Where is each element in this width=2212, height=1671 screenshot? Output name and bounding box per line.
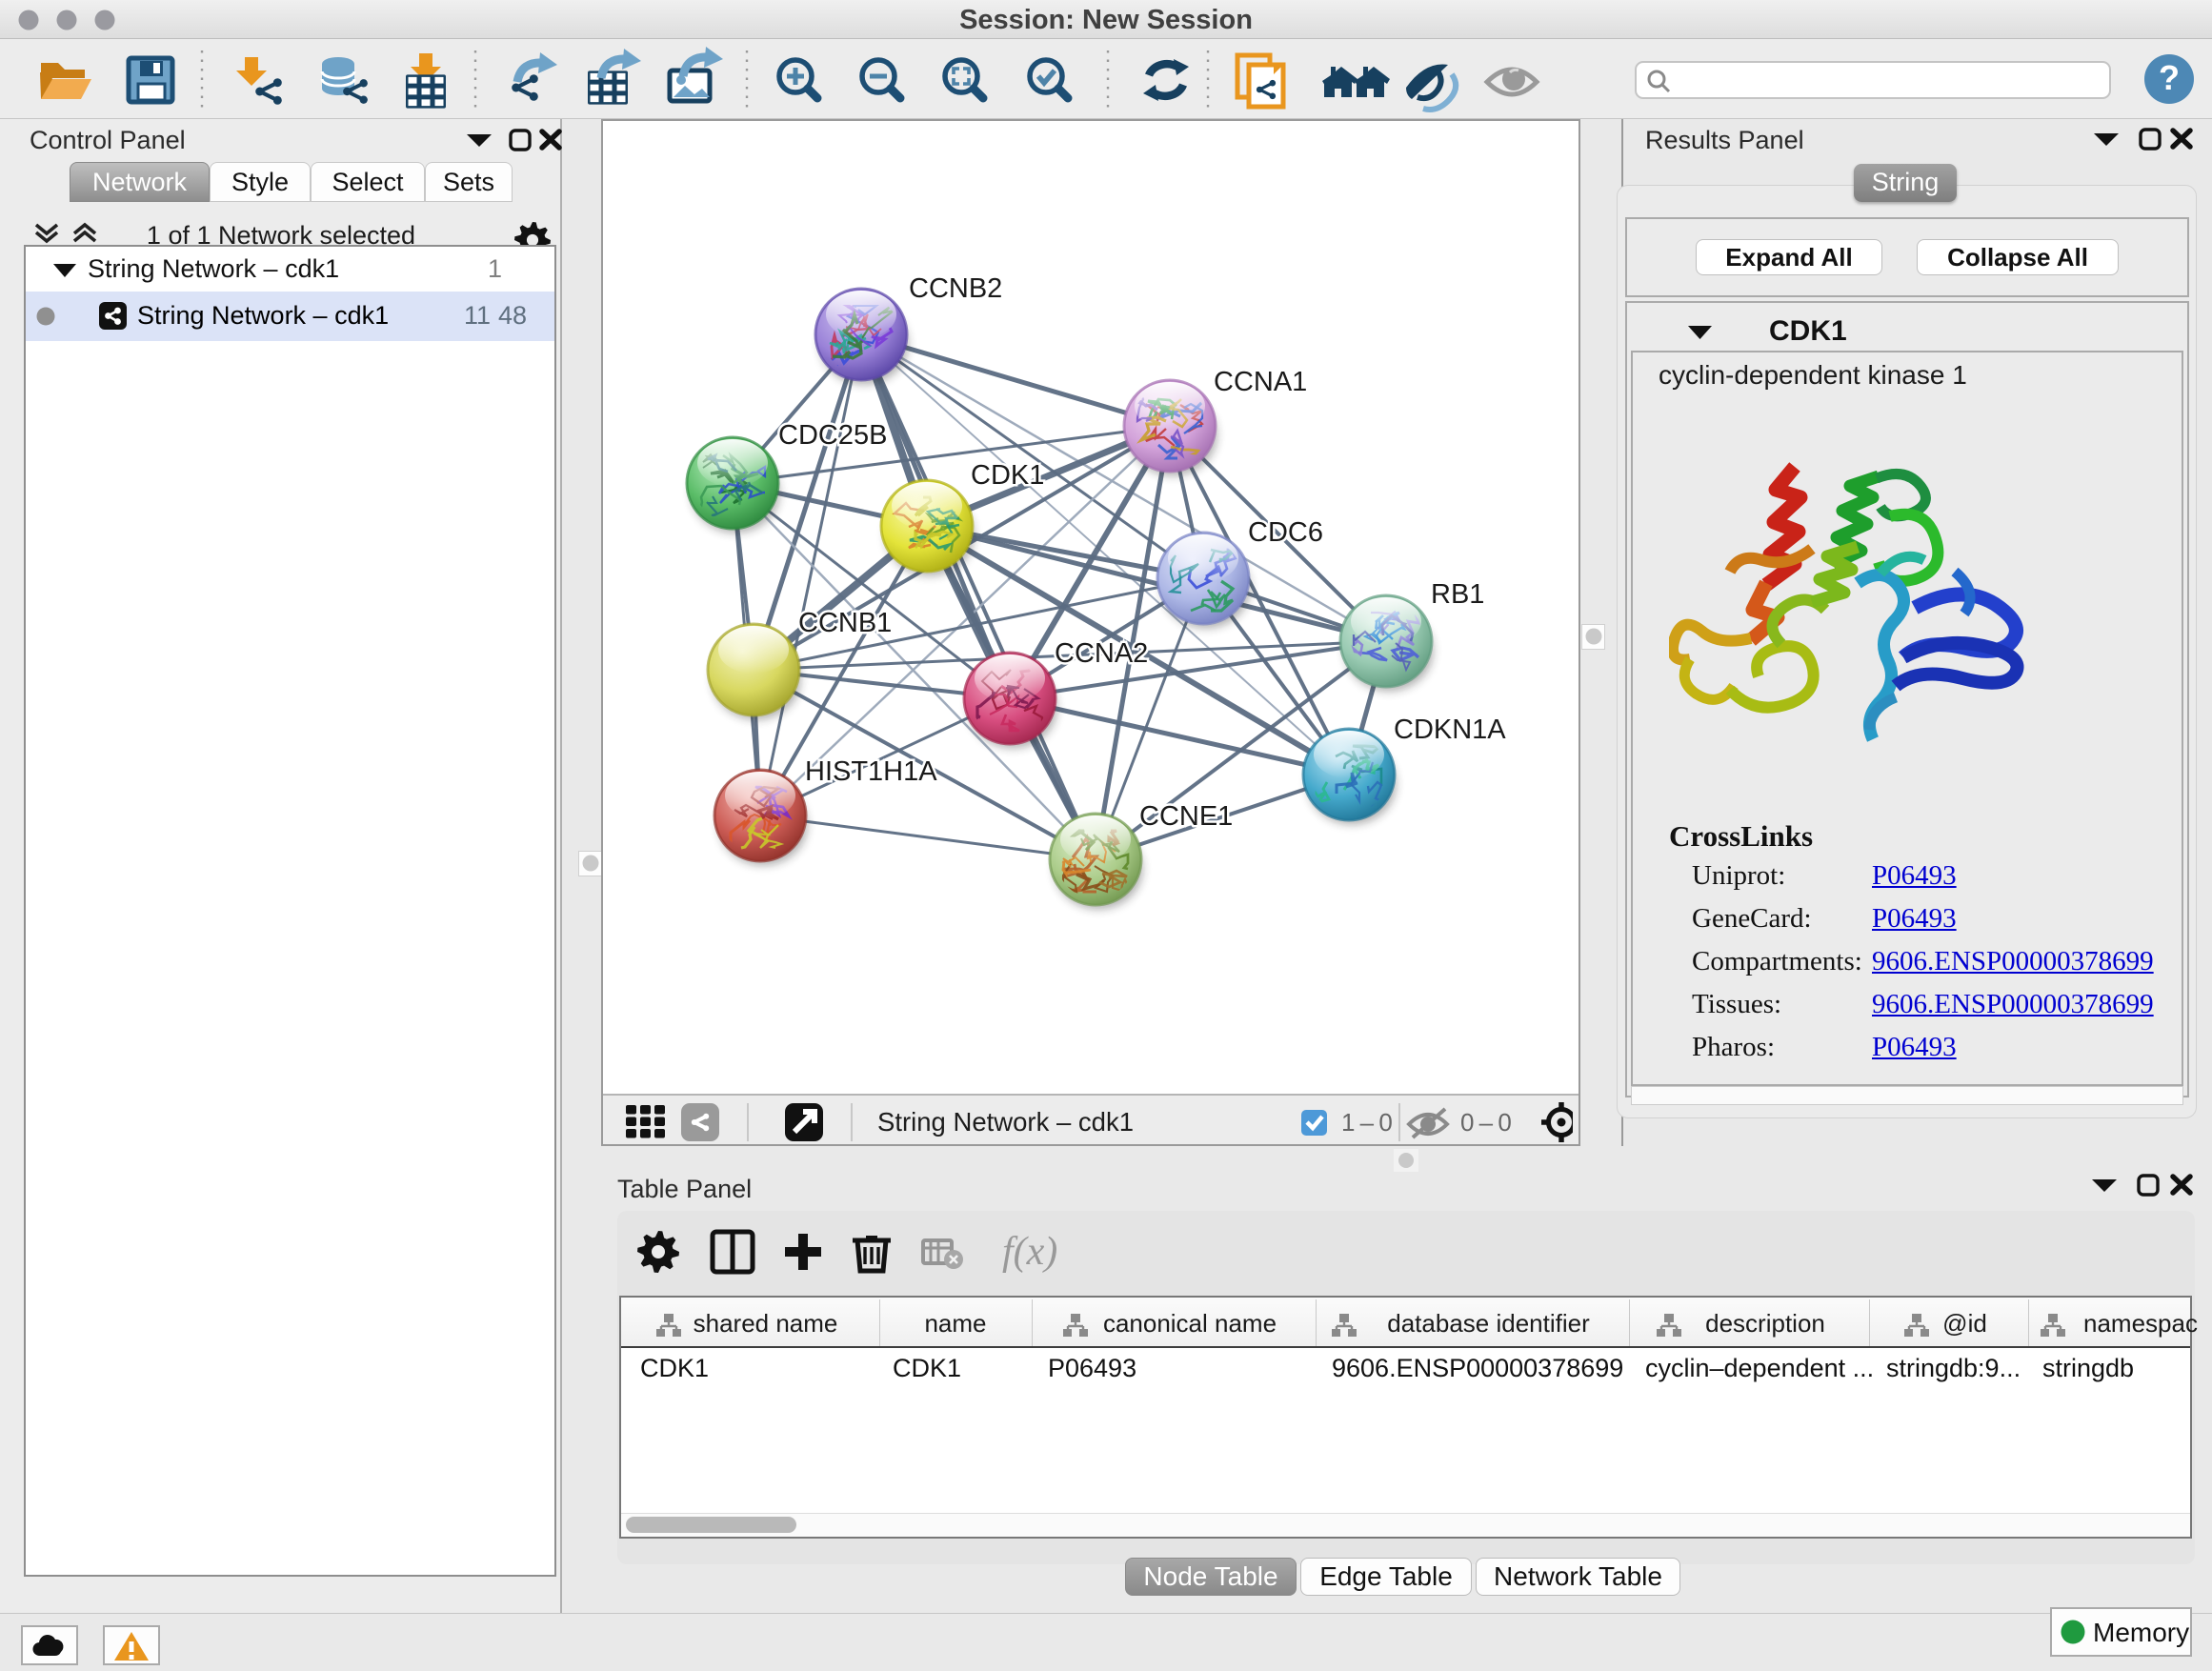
svg-text:HIST1H1A: HIST1H1A	[805, 756, 937, 787]
svg-text:CDK1: CDK1	[971, 460, 1044, 491]
svg-text:CDC6: CDC6	[1248, 517, 1323, 548]
svg-text:CDKN1A: CDKN1A	[1394, 715, 1506, 745]
svg-text:CCNA1: CCNA1	[1214, 367, 1307, 397]
svg-text:CDC25B: CDC25B	[778, 420, 887, 451]
svg-text:CCNA2: CCNA2	[1055, 638, 1148, 669]
svg-text:CCNB2: CCNB2	[909, 273, 1002, 304]
svg-text:String Network – cdk1: String Network – cdk1	[877, 1107, 1134, 1137]
svg-text:f(x): f(x)	[1002, 1230, 1057, 1274]
svg-text:RB1: RB1	[1431, 579, 1484, 610]
svg-text:1 – 0: 1 – 0	[1341, 1108, 1393, 1137]
svg-text:CCNB1: CCNB1	[798, 608, 892, 638]
svg-text:CCNE1: CCNE1	[1139, 801, 1233, 832]
svg-text:0 – 0: 0 – 0	[1460, 1108, 1512, 1137]
